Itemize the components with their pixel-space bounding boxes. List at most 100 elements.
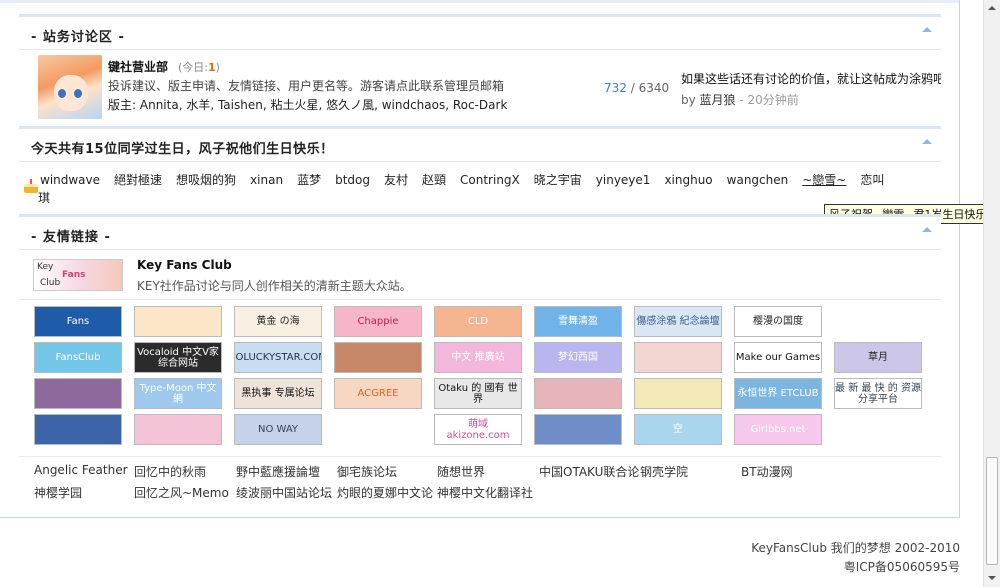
friend-link-banner[interactable]: NO WAY (234, 414, 322, 445)
friend-link-banner[interactable] (134, 306, 222, 337)
divider (19, 456, 941, 457)
birthday-user-link[interactable]: ContringX (460, 171, 520, 189)
friend-text-link[interactable]: 钢壳学院 (640, 463, 688, 480)
friend-link-banner[interactable] (534, 378, 622, 409)
friend-text-link[interactable]: 野中藍應援論壇 (236, 463, 320, 480)
last-post-title-link[interactable]: 如果这些话还有讨论的价值，就让这帖成为涂鸦吧 (681, 70, 941, 87)
forum-description[interactable]: 投诉建议、版主申请、友情链接、用户更名等。游客请点此联系管理员邮箱 (108, 77, 504, 94)
friend-link-banner[interactable]: SOLUCKYSTAR.COM (234, 342, 322, 373)
birthday-user-link[interactable]: 蓝梦 (297, 171, 321, 189)
forum-counts: 732 / 6340 (604, 81, 670, 95)
friend-text-link[interactable]: 绫波丽中国站论坛 (236, 484, 332, 501)
kfc-logo-link[interactable]: Key Fans Club (33, 259, 123, 291)
friend-text-link[interactable]: 灼眼的夏娜中文论 (337, 484, 433, 501)
birthday-user-link[interactable]: windwave (40, 171, 100, 189)
friend-link-banner[interactable] (134, 414, 222, 445)
topic-count: 732 (604, 81, 627, 95)
birthday-list: windwave 絕對極速 想吸烟的狗 xinan 蓝梦 btdog 友村 赵頸 Contrin… (40, 171, 940, 189)
friend-text-link[interactable]: 回忆中的秋雨 (134, 463, 206, 480)
friend-link-banner[interactable]: Type-Moon 中文網 (134, 378, 222, 409)
friend-link-banner[interactable]: Girlbbs.net (734, 414, 822, 445)
divider (19, 299, 941, 300)
friend-link-banner[interactable] (334, 414, 422, 445)
friend-link-banner[interactable]: 最 新 最 快 的 资源分享平台 (834, 378, 922, 409)
friend-link-banner[interactable] (534, 414, 622, 445)
avatar-eye-right (74, 89, 82, 98)
friend-text-link[interactable]: 神樱中文化翻译社 (437, 484, 533, 501)
friend-text-link[interactable]: BT动漫网 (741, 463, 793, 480)
friend-link-banner[interactable] (634, 378, 722, 409)
moderators-list[interactable]: Annita, 水羊, Taishen, 粘土火星, 悠久ノ風, windcha… (140, 98, 508, 112)
friend-link-banner[interactable]: 梦幻西国 (534, 342, 622, 373)
birthday-cake-icon (23, 178, 39, 194)
friend-link-banner[interactable] (34, 414, 122, 445)
birthday-user-link[interactable]: wangchen (727, 171, 789, 189)
friend-link-banner[interactable]: CLD (434, 306, 522, 337)
friend-link-banner[interactable]: 傷感涂鴉 紀念論壇 (634, 306, 722, 337)
friend-link-banner[interactable]: Fans (34, 306, 122, 337)
forum-avatar[interactable] (38, 55, 102, 119)
birthday-user-link[interactable]: 晓之宇宙 (534, 171, 582, 189)
logo-text: Fans (62, 270, 86, 280)
forum-name-link[interactable]: 键社营业部 (108, 58, 168, 75)
friend-link-banner[interactable]: Make our Games (734, 342, 822, 373)
friend-text-link[interactable]: 中国OTAKU联合论 (539, 463, 639, 480)
birthday-user-link[interactable]: 想吸烟的狗 (176, 171, 236, 189)
logo-text: Key (37, 262, 54, 272)
friend-link-banner[interactable]: 雪舞清盈 (534, 306, 622, 337)
birthday-user-link[interactable]: xinan (250, 171, 283, 189)
friend-link-banner[interactable] (34, 378, 122, 409)
friend-link-banner[interactable]: ACGREE (334, 378, 422, 409)
logo-text: Club (40, 278, 61, 288)
birthday-user-link[interactable]: 絕對極速 (114, 171, 162, 189)
footer-copyright: KeyFansClub 我们的梦想 2002-2010 (751, 541, 960, 555)
section-title: - 友情链接 - (31, 230, 111, 245)
friend-link-banner[interactable]: 樱漫の国度 (734, 306, 822, 337)
scroll-thumb[interactable] (986, 457, 998, 565)
friend-link-banner[interactable] (634, 342, 722, 373)
section-title: 今天共有15位同学过生日，风子祝他们生日快乐！ (31, 142, 334, 157)
scroll-up-button[interactable] (984, 0, 1000, 16)
friend-text-link[interactable]: 回忆之风~Memo (134, 484, 229, 501)
friend-link-banner[interactable]: 黑执事 专属论坛 (234, 378, 322, 409)
avatar-eye-left (58, 89, 66, 98)
friend-link-banner[interactable]: 中文 推廣站 (434, 342, 522, 373)
birthday-user-link[interactable]: 友村 (384, 171, 408, 189)
today-count: (今日:1) (178, 61, 220, 74)
section-header-birthday: 今天共有15位同学过生日，风子祝他们生日快乐！ (19, 126, 941, 162)
birthday-user-link[interactable]: btdog (335, 171, 370, 189)
last-post-user-link[interactable]: 蓝月狼 (700, 93, 736, 107)
birthday-user-link[interactable]: xinghuo (664, 171, 712, 189)
birthday-user-link[interactable]: 琪 (38, 189, 50, 206)
friend-link-banner[interactable] (334, 342, 422, 373)
friend-text-link[interactable]: 神樱学园 (34, 484, 82, 501)
friend-link-banner[interactable]: Vocaloid 中文V家综合网站 (134, 342, 222, 373)
friend-text-link[interactable]: 随想世界 (437, 463, 485, 480)
moderators-label: 版主: (108, 98, 137, 112)
collapse-icon[interactable] (921, 137, 933, 147)
collapse-icon[interactable] (921, 225, 933, 235)
friend-text-link[interactable]: Angelic Feather (34, 463, 128, 477)
friend-text-link[interactable]: 御宅族论坛 (337, 463, 397, 480)
birthday-user-link[interactable]: ~戀雪~ (802, 171, 846, 189)
friend-link-banner[interactable]: 永恒世界 ETCLUB (734, 378, 822, 409)
collapse-icon[interactable] (921, 25, 933, 35)
vertical-scrollbar[interactable] (983, 0, 1000, 587)
birthday-user-link[interactable]: 恋叫 (860, 171, 884, 189)
friend-link-banner[interactable]: 草月 (834, 342, 922, 373)
birthday-user-link[interactable]: yinyeye1 (596, 171, 651, 189)
section-header-links: - 友情链接 - (19, 214, 941, 250)
birthday-user-link[interactable]: 赵頸 (422, 171, 446, 189)
friend-link-banner[interactable]: Otaku 的 國有 世界 (434, 378, 522, 409)
footer-icp-link[interactable]: 粤ICP备05060595号 (844, 558, 960, 575)
friend-link-banner[interactable]: Chappie (334, 306, 422, 337)
friend-link-banner[interactable]: 萌域 akizone.com (434, 414, 522, 445)
section-header-site-discussion: - 站务讨论区 - (19, 14, 941, 50)
friend-link-banner[interactable] (834, 306, 922, 337)
friend-link-banner[interactable]: 黄金 の海 (234, 306, 322, 337)
friend-link-banner[interactable]: FansClub (34, 342, 122, 373)
scroll-down-button[interactable] (984, 570, 1000, 586)
friend-link-banner[interactable]: 空 (634, 414, 722, 445)
featured-link-name[interactable]: Key Fans Club (137, 258, 232, 272)
post-count: 6340 (638, 81, 670, 95)
